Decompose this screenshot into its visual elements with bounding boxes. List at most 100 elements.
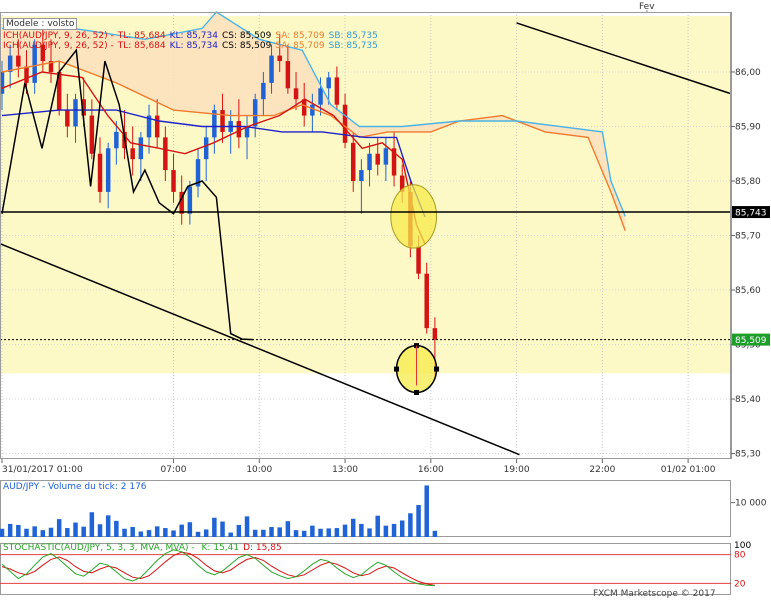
candle-body xyxy=(310,104,315,116)
price-tick-label: 85,40 xyxy=(735,395,761,405)
time-axis: 31/01/2017 01:00 07:00 10:00 13:00 16:00 19:0… xyxy=(1,459,716,475)
volume-bar xyxy=(326,528,331,537)
candle-body xyxy=(285,61,291,89)
volume-tick-label: 10 000 xyxy=(735,499,767,509)
price-flag-label: 85,743 xyxy=(735,209,767,219)
volume-bar xyxy=(408,513,413,537)
volume-bar xyxy=(195,531,201,537)
volume-bar xyxy=(212,517,217,537)
volume-legend: AUD/JPY - Volume du tick: 2 176 xyxy=(3,482,147,492)
volume-bar xyxy=(65,528,70,537)
price-tick-label: 85,60 xyxy=(735,286,761,296)
candle-body xyxy=(187,186,193,214)
price-tick-label: 85,90 xyxy=(735,122,761,132)
candle-body xyxy=(375,153,380,165)
price-tick-label: 85,80 xyxy=(735,177,761,187)
price-tick-label: 85,30 xyxy=(735,450,761,460)
selection-handle[interactable] xyxy=(394,366,400,372)
time-tick-label: 10:00 xyxy=(246,465,272,475)
main-price-panel xyxy=(0,11,732,459)
selection-handle[interactable] xyxy=(414,389,420,395)
volume-bar xyxy=(359,523,364,537)
candle-body xyxy=(359,170,364,181)
candle-body xyxy=(383,148,389,165)
volume-bar xyxy=(114,520,119,537)
candle-body xyxy=(105,148,111,192)
volume-bar xyxy=(16,524,21,537)
candle-body xyxy=(154,115,160,138)
candle-body xyxy=(16,55,21,67)
watermark: FXCM Marketscope © 2017 xyxy=(593,589,716,599)
volume-bar xyxy=(163,528,168,537)
candle-body xyxy=(97,153,103,192)
time-tick-label: 19:00 xyxy=(504,465,530,475)
candle-body xyxy=(261,82,266,100)
selection-handle[interactable] xyxy=(434,366,440,372)
volume-bar xyxy=(293,530,299,537)
volume-bar xyxy=(81,526,86,537)
price-flag-label: 85,509 xyxy=(735,336,767,346)
volume-bar xyxy=(310,525,315,537)
ichimoku-legend-1: ICH(AUD/JPY, 9, 26, 52) - TL: 85,684 KL: 8… xyxy=(3,31,378,41)
candle-body xyxy=(416,246,421,274)
volume-bar xyxy=(40,530,46,537)
candle-body xyxy=(24,66,29,83)
candle-body xyxy=(220,110,225,132)
candle-body xyxy=(252,99,258,127)
candle-body xyxy=(236,121,242,138)
volume-bar xyxy=(122,528,127,537)
volume-bar xyxy=(342,524,348,537)
volume-bar xyxy=(154,526,160,537)
price-tick-label: 86,00 xyxy=(735,68,761,78)
volume-bar xyxy=(24,528,29,537)
volume-bar xyxy=(73,522,78,537)
candle-body xyxy=(350,142,356,181)
volume-bar xyxy=(32,526,37,537)
stochastic-legend: STOCHASTIC(AUD/JPY, 5, 3, 3, MVA, MVA) -… xyxy=(3,543,282,553)
candle-body xyxy=(293,88,299,100)
volume-bar xyxy=(375,515,380,537)
stochastic-level-label: 20 xyxy=(734,579,746,589)
volume-bar xyxy=(399,520,405,537)
volume-bar xyxy=(261,529,266,537)
volume-bar xyxy=(187,522,193,537)
candle-body xyxy=(301,99,307,116)
candlestick-chart: 86,0085,9085,8085,7085,6085,5085,4085,30… xyxy=(0,2,771,595)
candle-body xyxy=(269,55,274,83)
volume-bar xyxy=(432,530,438,537)
candle-body xyxy=(138,137,144,160)
volume-bar xyxy=(285,521,291,537)
volume-bar xyxy=(383,525,389,537)
candle-body xyxy=(163,137,168,171)
time-tick-label: 07:00 xyxy=(161,465,187,475)
stochastic-level-label: 100 xyxy=(734,541,751,551)
volume-bar xyxy=(146,530,152,537)
volume-bar xyxy=(334,528,340,537)
time-tick-label: 01/02 01:00 xyxy=(661,465,716,475)
price-tick-label: 85,70 xyxy=(735,232,761,242)
volume-bar xyxy=(105,515,111,537)
candle-body xyxy=(342,104,348,143)
candle-body xyxy=(277,55,282,62)
volume-bar xyxy=(277,527,282,537)
volume-bar xyxy=(350,518,356,537)
candle-body xyxy=(65,110,70,127)
volume-bar xyxy=(269,527,274,537)
time-tick-label: 31/01/2017 01:00 xyxy=(2,465,83,475)
candle-body xyxy=(318,88,323,105)
time-tick-label: 22:00 xyxy=(589,465,615,475)
stochastic-level-label: 80 xyxy=(734,551,746,561)
volume-bar xyxy=(416,505,421,537)
volume-bar xyxy=(130,527,135,537)
price-axis: 86,0085,9085,8085,7085,6085,5085,4085,30… xyxy=(731,12,771,460)
highlight-ellipse[interactable] xyxy=(390,184,438,249)
volume-bar xyxy=(97,524,103,537)
model-label: Modele : volsto xyxy=(3,18,81,30)
candle-body xyxy=(203,137,209,160)
time-tick-label: 16:00 xyxy=(418,465,444,475)
volume-bar xyxy=(252,529,258,537)
candle-body xyxy=(367,153,372,171)
volume-bar xyxy=(48,527,54,537)
volume-bar xyxy=(318,528,323,537)
candle-body xyxy=(326,77,331,89)
